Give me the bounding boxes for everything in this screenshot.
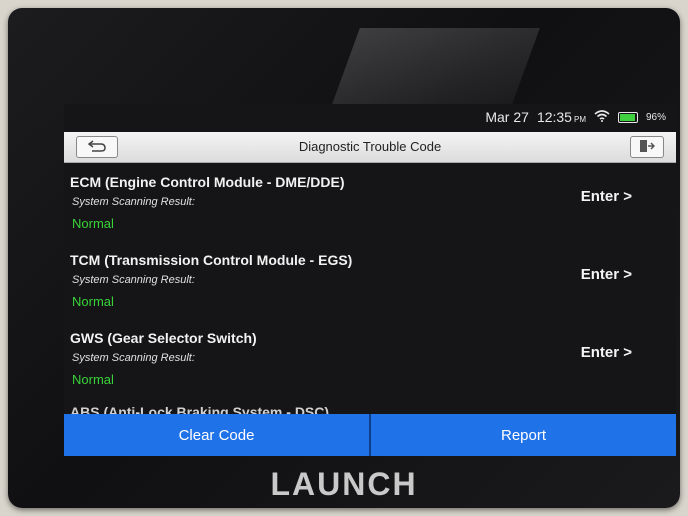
enter-button[interactable]: Enter > [581, 344, 632, 361]
report-button[interactable]: Report [369, 414, 676, 456]
status-time: 12:35 PM [536, 109, 586, 125]
clear-code-button[interactable]: Clear Code [64, 414, 369, 456]
list-item[interactable]: ECM (Engine Control Module - DME/DDE) Sy… [64, 166, 676, 244]
module-list: ECM (Engine Control Module - DME/DDE) Sy… [64, 166, 676, 414]
battery-icon [617, 111, 638, 123]
enter-button[interactable]: Enter > [581, 266, 632, 283]
list-item[interactable]: GWS (Gear Selector Switch) System Scanni… [64, 322, 676, 400]
device-screen: Mar 27 12:35 PM 96% Diagnostic Trouble Co… [64, 104, 676, 456]
module-status: Normal [72, 216, 114, 231]
list-item[interactable]: TCM (Transmission Control Module - EGS) … [64, 244, 676, 322]
enter-button[interactable]: Enter > [581, 188, 632, 205]
wifi-icon [594, 109, 610, 125]
module-subtitle: System Scanning Result: [72, 196, 195, 208]
module-name: ECM (Engine Control Module - DME/DDE) [70, 174, 345, 190]
status-date: Mar 27 [485, 109, 529, 125]
module-name: GWS (Gear Selector Switch) [70, 330, 257, 346]
status-bar: Mar 27 12:35 PM 96% [64, 104, 676, 130]
page-title: Diagnostic Trouble Code [298, 139, 442, 154]
device-bezel: Mar 27 12:35 PM 96% Diagnostic Trouble Co… [8, 8, 680, 508]
module-name: TCM (Transmission Control Module - EGS) [70, 252, 353, 268]
list-item-partial[interactable]: ABS (Anti-Lock Braking System - DSC) [70, 404, 329, 414]
exit-icon [639, 139, 656, 156]
brand-logo: LAUNCH [270, 466, 418, 502]
title-bar: Diagnostic Trouble Code [64, 132, 676, 163]
battery-percent: 96% [645, 111, 666, 123]
module-status: Normal [72, 372, 114, 387]
exit-button[interactable] [630, 136, 664, 158]
module-subtitle: System Scanning Result: [72, 274, 195, 286]
module-status: Normal [72, 294, 114, 309]
action-bar: Clear Code Report [64, 414, 676, 456]
module-subtitle: System Scanning Result: [72, 352, 195, 364]
